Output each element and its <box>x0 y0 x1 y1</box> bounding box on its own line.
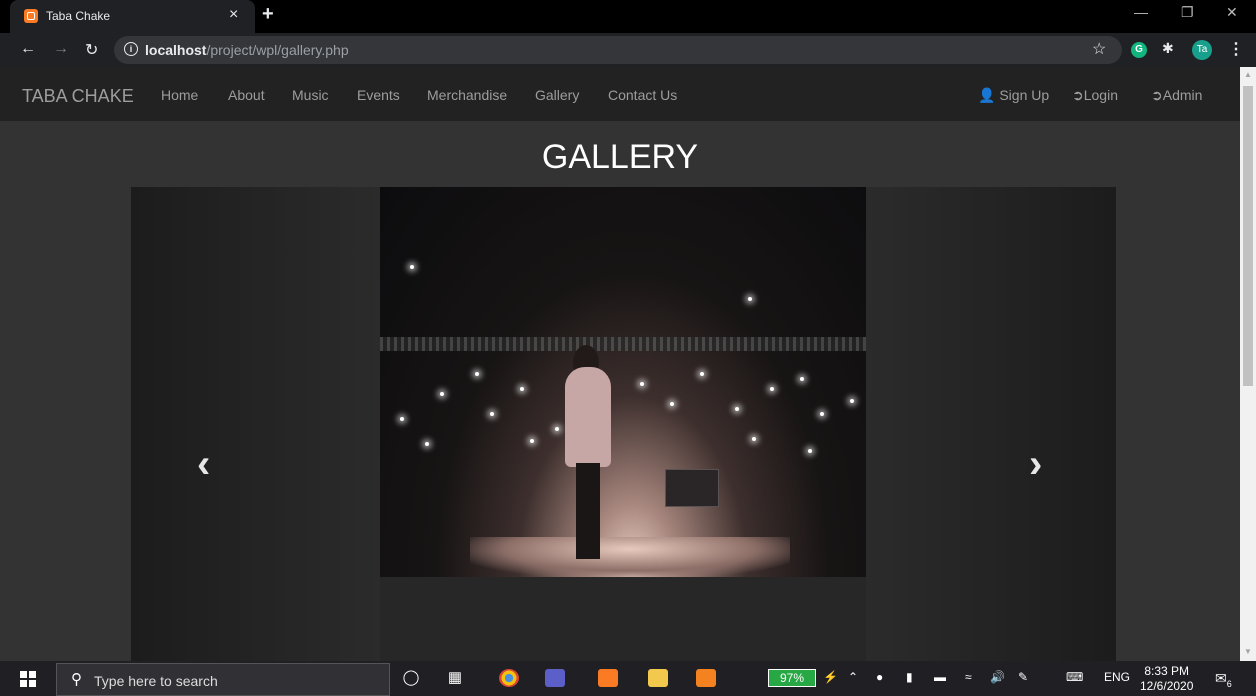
carousel-slide-image <box>380 187 866 577</box>
nav-music[interactable]: Music <box>292 87 329 103</box>
close-window-icon[interactable]: ✕ <box>1226 4 1238 21</box>
charging-plug-icon: ⚡ <box>823 670 838 684</box>
cortana-icon[interactable]: ◯ <box>400 668 422 688</box>
carousel-prev-control[interactable] <box>131 187 380 661</box>
clock-date: 12/6/2020 <box>1140 679 1194 693</box>
nav-contact-us[interactable]: Contact Us <box>608 87 677 103</box>
notification-center-icon[interactable]: ✉6 <box>1215 670 1232 689</box>
signup-label: Sign Up <box>999 87 1050 103</box>
file-explorer-icon[interactable] <box>648 669 668 687</box>
tab-close-icon[interactable]: × <box>229 6 238 24</box>
admin-label: Admin <box>1162 87 1203 103</box>
address-bar[interactable]: i localhost/project/wpl/gallery.php <box>114 36 1122 64</box>
user-icon: 👤 <box>978 87 996 103</box>
scroll-down-arrow-icon[interactable]: ▼ <box>1244 647 1252 656</box>
task-view-icon[interactable]: ▦ <box>444 668 466 688</box>
wifi-icon[interactable]: ≈ <box>965 670 972 684</box>
tray-app-icon[interactable]: ● <box>876 670 883 684</box>
clock[interactable]: 8:33 PM 12/6/2020 <box>1140 664 1193 694</box>
battery-tray-icon[interactable]: ▬ <box>934 670 946 684</box>
signup-link[interactable]: 👤 Sign Up <box>978 87 1049 104</box>
clock-time: 8:33 PM <box>1144 664 1190 678</box>
profile-avatar[interactable]: Ta <box>1192 40 1212 60</box>
minimize-icon[interactable]: — <box>1134 4 1148 20</box>
gallery-carousel: ‹ › <box>131 187 1116 661</box>
admin-link[interactable]: ➲Admin <box>1151 87 1202 104</box>
sublime-text-icon[interactable] <box>696 669 716 687</box>
nav-about[interactable]: About <box>228 87 265 103</box>
notification-count: 6 <box>1226 678 1232 689</box>
windows-taskbar: ⚲ Type here to search ◯ ▦ 97% ⚡ ⌃ ● ▮ ▬ … <box>0 661 1256 696</box>
bookmark-star-icon[interactable]: ☆ <box>1092 39 1106 59</box>
login-icon: ➲ <box>1072 87 1084 103</box>
site-info-icon[interactable]: i <box>124 42 138 56</box>
carousel-next-control[interactable] <box>866 187 1116 661</box>
teams-taskbar-icon[interactable] <box>545 669 565 687</box>
usb-icon[interactable]: ▮ <box>906 670 913 684</box>
xampp-taskbar-icon[interactable] <box>598 669 618 687</box>
new-tab-button[interactable]: + <box>262 3 274 26</box>
browser-toolbar: ← → ↻ i localhost/project/wpl/gallery.ph… <box>0 33 1256 67</box>
reload-icon[interactable]: ↻ <box>85 40 98 60</box>
back-arrow-icon[interactable]: ← <box>20 40 36 58</box>
language-indicator[interactable]: ENG <box>1104 670 1130 684</box>
brand-link[interactable]: TABA CHAKE <box>22 86 134 107</box>
show-hidden-icons-icon[interactable]: ⌃ <box>848 670 858 684</box>
page-scrollbar[interactable]: ▲ ▼ <box>1240 67 1256 661</box>
page-title: GALLERY <box>541 138 699 176</box>
restore-icon[interactable]: ❐ <box>1181 4 1194 21</box>
pen-icon[interactable]: ✎ <box>1018 670 1028 684</box>
extensions-puzzle-icon[interactable]: ✱ <box>1162 40 1174 57</box>
search-icon: ⚲ <box>71 671 82 688</box>
scrollbar-thumb[interactable] <box>1243 86 1253 386</box>
tab-title: Taba Chake <box>46 9 111 23</box>
chevron-left-icon[interactable]: ‹ <box>197 444 210 484</box>
battery-indicator[interactable]: 97% <box>768 669 816 687</box>
login-link[interactable]: ➲Login <box>1072 87 1118 104</box>
scroll-up-arrow-icon[interactable]: ▲ <box>1244 70 1252 79</box>
taskbar-search-input[interactable]: ⚲ Type here to search <box>56 663 390 696</box>
nav-events[interactable]: Events <box>357 87 400 103</box>
nav-gallery[interactable]: Gallery <box>535 87 579 103</box>
xampp-favicon-icon <box>24 9 38 23</box>
forward-arrow-icon[interactable]: → <box>53 40 69 58</box>
chevron-right-icon[interactable]: › <box>1029 444 1042 484</box>
keyboard-icon[interactable]: ⌨ <box>1066 670 1083 684</box>
url-text: localhost/project/wpl/gallery.php <box>145 42 349 58</box>
search-placeholder: Type here to search <box>94 673 218 689</box>
admin-login-icon: ➲ <box>1151 87 1163 103</box>
site-navbar: TABA CHAKE Home About Music Events Merch… <box>0 67 1240 121</box>
browser-tab-strip: Taba Chake × + — ❐ ✕ <box>0 0 1256 33</box>
windows-start-icon[interactable] <box>20 671 36 687</box>
nav-home[interactable]: Home <box>161 87 198 103</box>
browser-menu-icon[interactable]: ⋮ <box>1228 39 1244 59</box>
volume-icon[interactable]: 🔊 <box>990 670 1005 684</box>
browser-tab[interactable]: Taba Chake × <box>10 0 255 33</box>
grammarly-extension-icon[interactable]: G <box>1131 42 1147 58</box>
nav-merchandise[interactable]: Merchandise <box>427 87 507 103</box>
login-label: Login <box>1083 87 1118 103</box>
chrome-taskbar-icon[interactable] <box>499 669 519 687</box>
